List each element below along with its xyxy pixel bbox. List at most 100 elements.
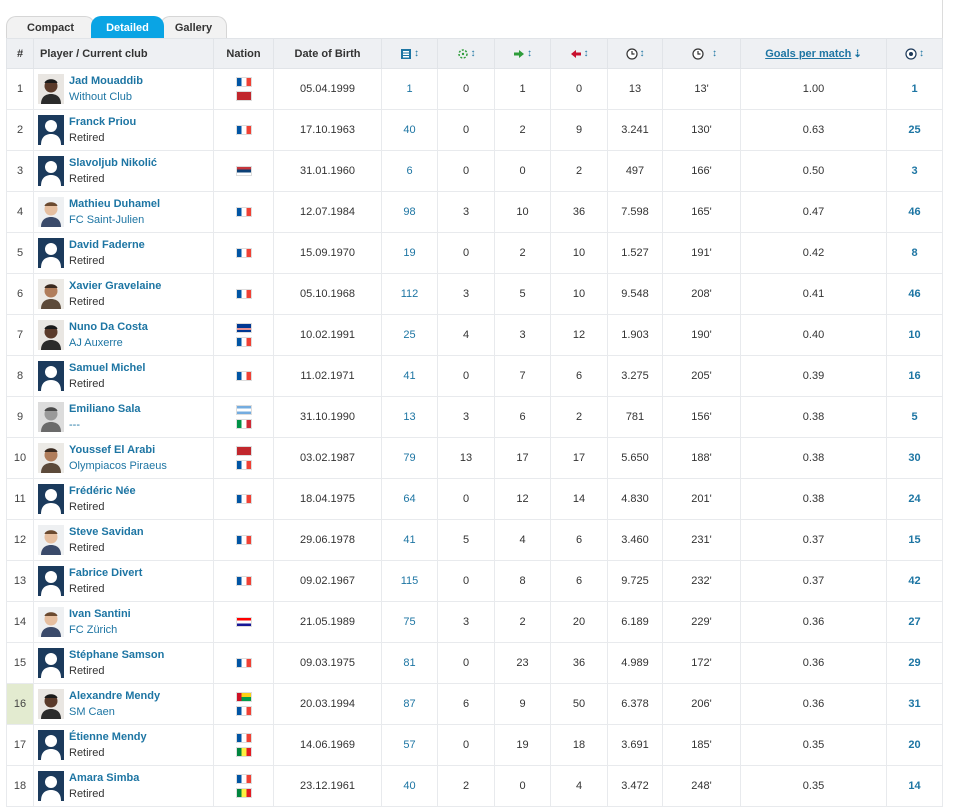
table-row: 18 Amara Simba Retired 23.12.1961 40 2 0… (6, 765, 943, 807)
appearances-link[interactable]: 87 (381, 683, 438, 725)
player-avatar[interactable] (38, 443, 64, 473)
tab-compact[interactable]: Compact (6, 16, 96, 38)
goals-per-match-sort-link[interactable]: Goals per match (765, 48, 851, 60)
col-assists-header[interactable]: ↕ (494, 38, 551, 69)
minutes-played-icon (625, 47, 638, 60)
col-appearances-header[interactable]: ↕ (381, 38, 438, 69)
appearances-link[interactable]: 25 (381, 314, 438, 356)
player-name-link[interactable]: Jad Mouaddib (69, 73, 143, 89)
player-name-link[interactable]: Steve Savidan (69, 524, 144, 540)
penalty-goals-cell: 3 (437, 191, 495, 233)
player-avatar[interactable] (38, 197, 64, 227)
player-name-link[interactable]: Franck Priou (69, 114, 136, 130)
nation-cell (213, 601, 274, 643)
player-avatar[interactable] (38, 238, 64, 268)
goals-link[interactable]: 1 (886, 68, 943, 110)
goals-link[interactable]: 3 (886, 150, 943, 192)
player-avatar[interactable] (38, 648, 64, 678)
player-cell: Youssef El Arabi Olympiacos Piraeus (33, 437, 214, 479)
goals-link[interactable]: 10 (886, 314, 943, 356)
player-avatar[interactable] (38, 320, 64, 350)
col-minutes-per-goal-header[interactable]: ↕ (662, 38, 741, 69)
player-name-link[interactable]: Stéphane Samson (69, 647, 164, 663)
minutes-played-cell: 497 (607, 150, 663, 192)
player-avatar[interactable] (38, 566, 64, 596)
player-club[interactable]: AJ Auxerre (69, 335, 148, 351)
player-avatar[interactable] (38, 156, 64, 186)
player-name-link[interactable]: Slavoljub Nikolić (69, 155, 157, 171)
appearances-link[interactable]: 40 (381, 109, 438, 151)
goals-link[interactable]: 29 (886, 642, 943, 684)
player-name-link[interactable]: Xavier Gravelaine (69, 278, 161, 294)
goals-link[interactable]: 5 (886, 396, 943, 438)
appearances-link[interactable]: 41 (381, 355, 438, 397)
appearances-link[interactable]: 79 (381, 437, 438, 479)
player-avatar[interactable] (38, 771, 64, 801)
goals-link[interactable]: 30 (886, 437, 943, 479)
player-avatar[interactable] (38, 730, 64, 760)
appearances-link[interactable]: 6 (381, 150, 438, 192)
goals-link[interactable]: 31 (886, 683, 943, 725)
appearances-link[interactable]: 40 (381, 765, 438, 807)
player-club[interactable]: Without Club (69, 89, 143, 105)
col-goals-header[interactable]: ↕ (886, 38, 943, 69)
col-subs-header[interactable]: ↕ (550, 38, 608, 69)
goals-link[interactable]: 27 (886, 601, 943, 643)
appearances-link[interactable]: 41 (381, 519, 438, 561)
appearances-link[interactable]: 81 (381, 642, 438, 684)
col-minutes-header[interactable]: ↕ (607, 38, 663, 69)
goals-link[interactable]: 46 (886, 273, 943, 315)
appearances-link[interactable]: 64 (381, 478, 438, 520)
player-name-link[interactable]: Alexandre Mendy (69, 688, 160, 704)
appearances-link[interactable]: 1 (381, 68, 438, 110)
player-name-link[interactable]: Ivan Santini (69, 606, 131, 622)
goals-link[interactable]: 42 (886, 560, 943, 602)
flag-guinea-bissau-icon (235, 692, 252, 702)
player-name-link[interactable]: Emiliano Sala (69, 401, 141, 417)
goals-link[interactable]: 46 (886, 191, 943, 233)
goals-link[interactable]: 25 (886, 109, 943, 151)
player-name-link[interactable]: Samuel Michel (69, 360, 145, 376)
player-name-link[interactable]: Nuno Da Costa (69, 319, 148, 335)
player-name-link[interactable]: Youssef El Arabi (69, 442, 167, 458)
player-avatar[interactable] (38, 74, 64, 104)
player-club[interactable]: Olympiacos Piraeus (69, 458, 167, 474)
player-avatar[interactable] (38, 279, 64, 309)
appearances-link[interactable]: 112 (381, 273, 438, 315)
player-name-link[interactable]: Étienne Mendy (69, 729, 147, 745)
appearances-link[interactable]: 115 (381, 560, 438, 602)
player-name-link[interactable]: David Faderne (69, 237, 145, 253)
player-club[interactable]: --- (69, 417, 141, 433)
goals-link[interactable]: 14 (886, 765, 943, 807)
col-goals-per-match-header[interactable]: Goals per match ⇣ (740, 38, 887, 69)
goals-link[interactable]: 16 (886, 355, 943, 397)
player-club[interactable]: FC Saint-Julien (69, 212, 160, 228)
player-club[interactable]: FC Zürich (69, 622, 131, 638)
goals-link[interactable]: 20 (886, 724, 943, 766)
goals-link[interactable]: 15 (886, 519, 943, 561)
appearances-link[interactable]: 75 (381, 601, 438, 643)
player-name-link[interactable]: Mathieu Duhamel (69, 196, 160, 212)
tab-gallery[interactable]: Gallery (159, 16, 228, 38)
goals-link[interactable]: 8 (886, 232, 943, 274)
player-avatar[interactable] (38, 402, 64, 432)
player-avatar[interactable] (38, 689, 64, 719)
player-avatar[interactable] (38, 115, 64, 145)
tab-detailed[interactable]: Detailed (91, 16, 164, 38)
player-avatar[interactable] (38, 607, 64, 637)
player-club[interactable]: SM Caen (69, 704, 160, 720)
dob-cell: 11.02.1971 (273, 355, 382, 397)
appearances-link[interactable]: 19 (381, 232, 438, 274)
goals-link[interactable]: 24 (886, 478, 943, 520)
col-penalty-header[interactable]: ↕ (437, 38, 495, 69)
player-name-link[interactable]: Amara Simba (69, 770, 139, 786)
player-avatar[interactable] (38, 361, 64, 391)
appearances-link[interactable]: 13 (381, 396, 438, 438)
player-avatar[interactable] (38, 525, 64, 555)
appearances-link[interactable]: 98 (381, 191, 438, 233)
appearances-link[interactable]: 57 (381, 724, 438, 766)
player-name-link[interactable]: Fabrice Divert (69, 565, 142, 581)
player-cell: Mathieu Duhamel FC Saint-Julien (33, 191, 214, 233)
player-name-link[interactable]: Frédéric Née (69, 483, 136, 499)
player-avatar[interactable] (38, 484, 64, 514)
